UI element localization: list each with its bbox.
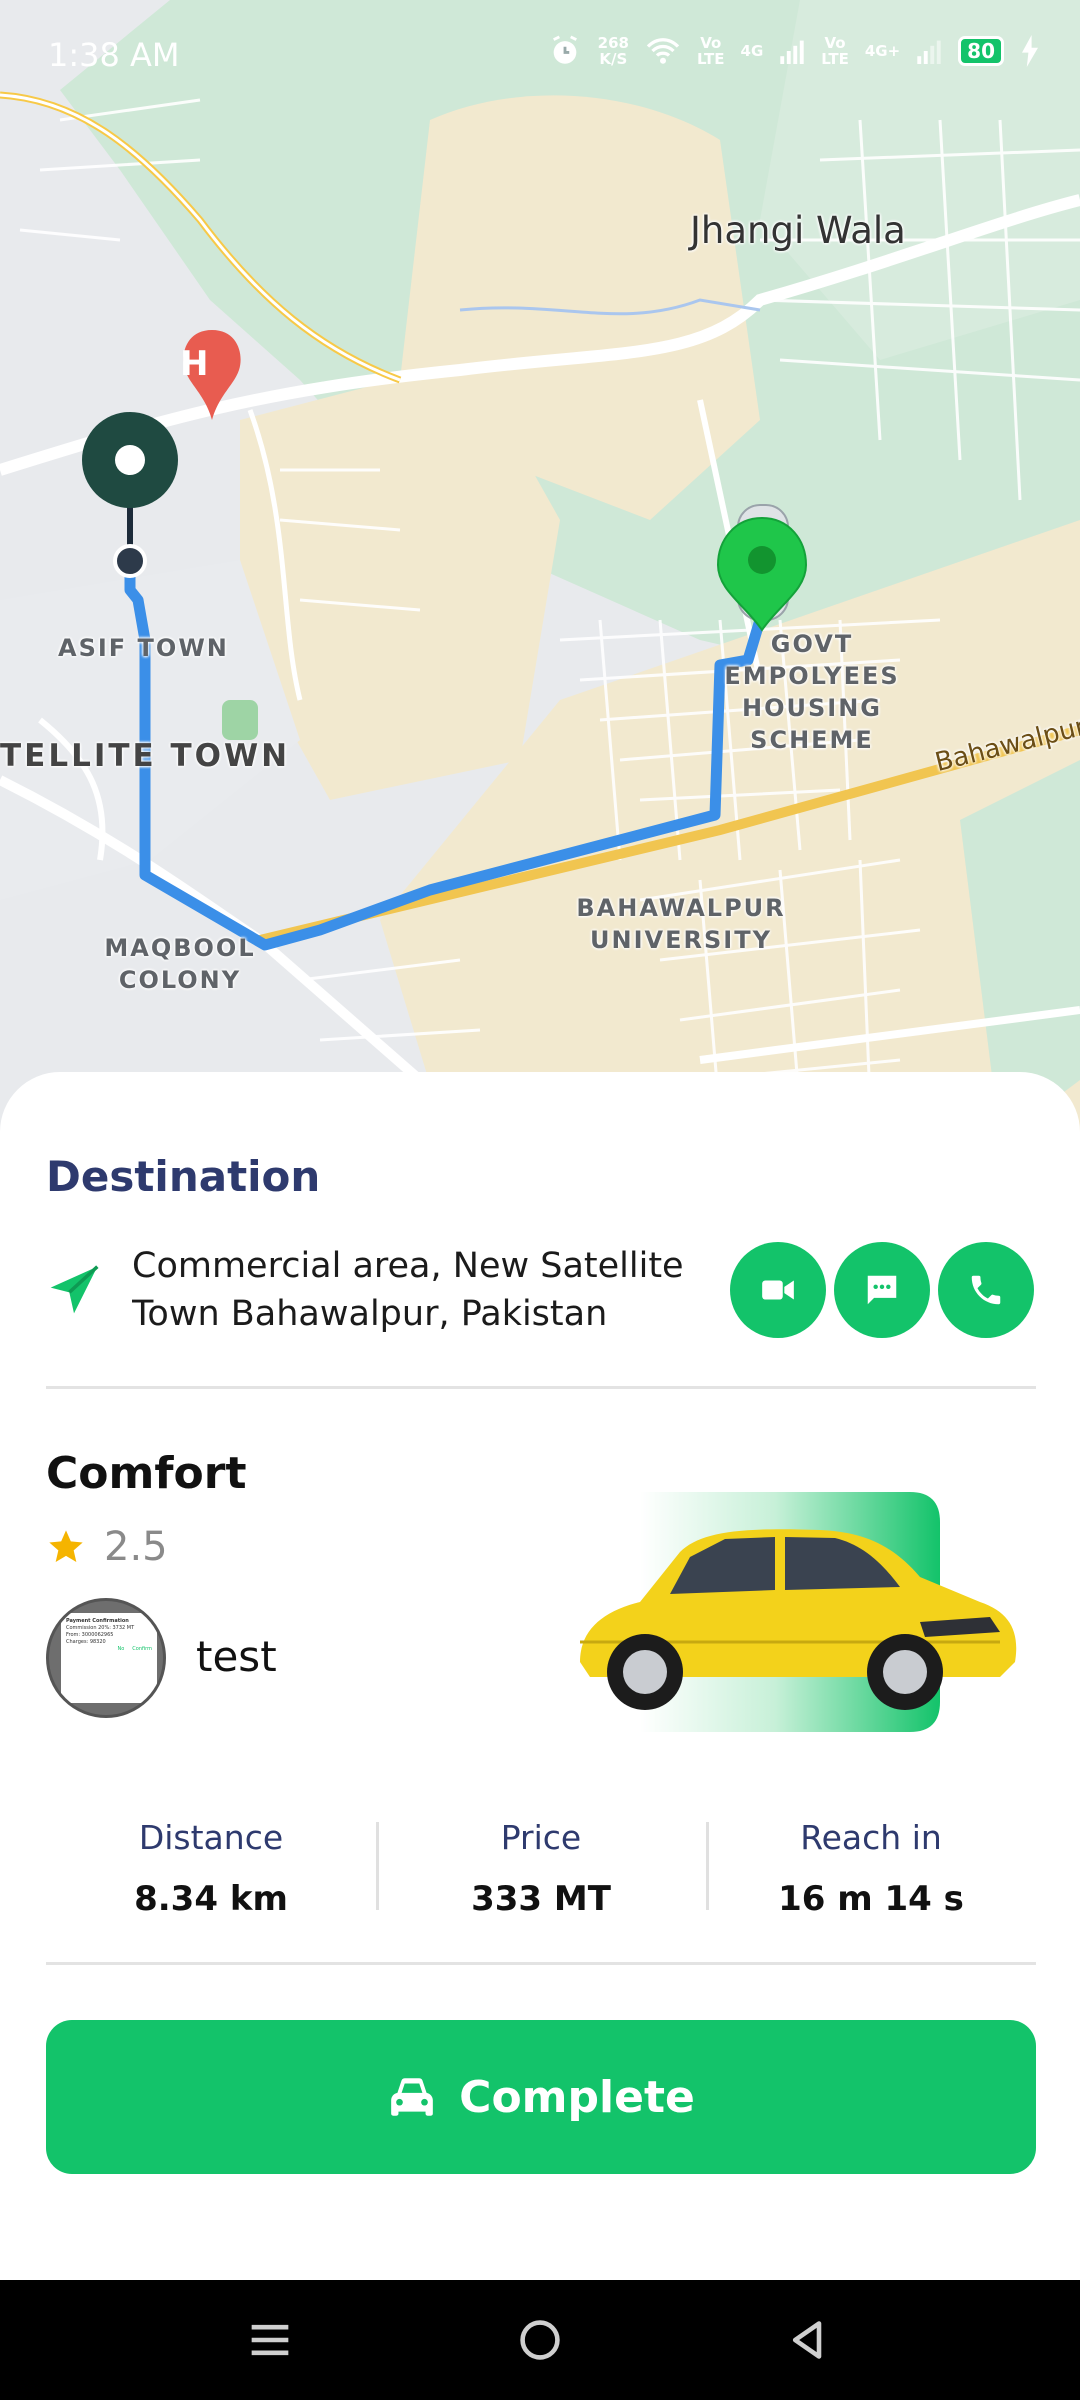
call-button[interactable] [938, 1242, 1034, 1338]
hospital-letter: H [180, 344, 209, 384]
trip-stats: Distance 8.34 km Price 333 MT Reach in 1… [46, 1812, 1036, 1922]
driver-name: test [196, 1632, 277, 1681]
alarm-icon [552, 35, 577, 64]
battery-indicator: 80 [958, 36, 1004, 66]
map-label-maqbool-colony: MAQBOOL COLONY [104, 934, 256, 994]
complete-label: Complete [459, 2071, 695, 2123]
home-nav-button[interactable] [510, 2310, 570, 2370]
menu-nav-button[interactable] [240, 2310, 300, 2370]
stat-label: Distance [138, 1818, 284, 1857]
destination-address: Commercial area, New Satellite Town Baha… [132, 1246, 684, 1334]
signal-2-icon [917, 40, 941, 64]
star-icon [49, 1530, 83, 1562]
menu-icon [251, 2324, 289, 2356]
net-speed: 268 K/S [597, 34, 629, 68]
driver-rating: 2.5 [46, 1524, 168, 1570]
stat-reach-in: Reach in 16 m 14 s [706, 1812, 1036, 1922]
stat-distance: Distance 8.34 km [46, 1812, 376, 1922]
stat-value: 16 m 14 s [778, 1879, 964, 1919]
stat-label: Reach in [800, 1818, 942, 1857]
route-map[interactable]: H Jhangi Wala ASIF TOWN TELLITE TOWN GOV… [0, 0, 1080, 1150]
stat-value: 333 MT [471, 1879, 611, 1919]
map-label-asif-town: ASIF TOWN [58, 634, 229, 662]
status-bar: 1:38 AM 268 K/S Vo LTE 4G Vo LTE 4G+ 80 [0, 0, 1080, 110]
system-nav-bar [0, 2280, 1080, 2400]
wifi-icon [646, 38, 680, 64]
video-camera-icon [762, 1280, 794, 1300]
video-call-button[interactable] [730, 1242, 826, 1338]
chat-bubble-icon [867, 1275, 897, 1305]
status-icons: 268 K/S Vo LTE 4G Vo LTE 4G+ 80 [548, 34, 1040, 68]
home-circle-icon [520, 2320, 560, 2360]
map-label-satellite-town: TELLITE TOWN [0, 738, 291, 774]
navigation-send-icon [50, 1265, 99, 1314]
map-label-bahawalpur-university: BAHAWALPUR UNIVERSITY [576, 894, 786, 954]
destination-title: Destination [46, 1152, 321, 1201]
status-time: 1:38 AM [48, 36, 180, 74]
back-triangle-icon [792, 2321, 822, 2359]
chat-button[interactable] [834, 1242, 930, 1338]
map-label-govt-housing: GOVT EMPOLYEES HOUSING SCHEME [724, 630, 900, 754]
divider [46, 1962, 1036, 1965]
map-label-jhangi-wala: Jhangi Wala [690, 209, 906, 252]
avatar[interactable]: Payment Confirmation Commission 20%: 373… [46, 1598, 166, 1718]
rating-value: 2.5 [104, 1524, 168, 1570]
phone-icon [971, 1275, 1001, 1305]
car-icon [391, 2078, 433, 2116]
sim1-gen: 4G [740, 42, 764, 60]
back-nav-button[interactable] [778, 2310, 838, 2370]
signal-icon [780, 40, 804, 64]
car-image [580, 1492, 1017, 1732]
stat-label: Price [500, 1818, 582, 1857]
sim2-volte: Vo LTE [821, 34, 849, 68]
stat-value: 8.34 km [134, 1879, 288, 1919]
vehicle-type: Comfort [46, 1448, 247, 1499]
sim2-gen: 4G+ [864, 42, 901, 60]
ride-details-sheet: Destination Commercial area, New Satelli… [0, 1072, 1080, 2280]
stat-price: Price 333 MT [376, 1812, 706, 1922]
complete-button[interactable]: Complete [46, 2020, 1036, 2174]
sim1-volte: Vo LTE [696, 34, 725, 68]
charging-icon [1022, 35, 1038, 67]
destination-row: Commercial area, New Satellite Town Baha… [46, 1240, 1036, 1350]
divider [46, 1386, 1036, 1389]
avatar-screenshot: Payment Confirmation Commission 20%: 373… [61, 1613, 157, 1703]
